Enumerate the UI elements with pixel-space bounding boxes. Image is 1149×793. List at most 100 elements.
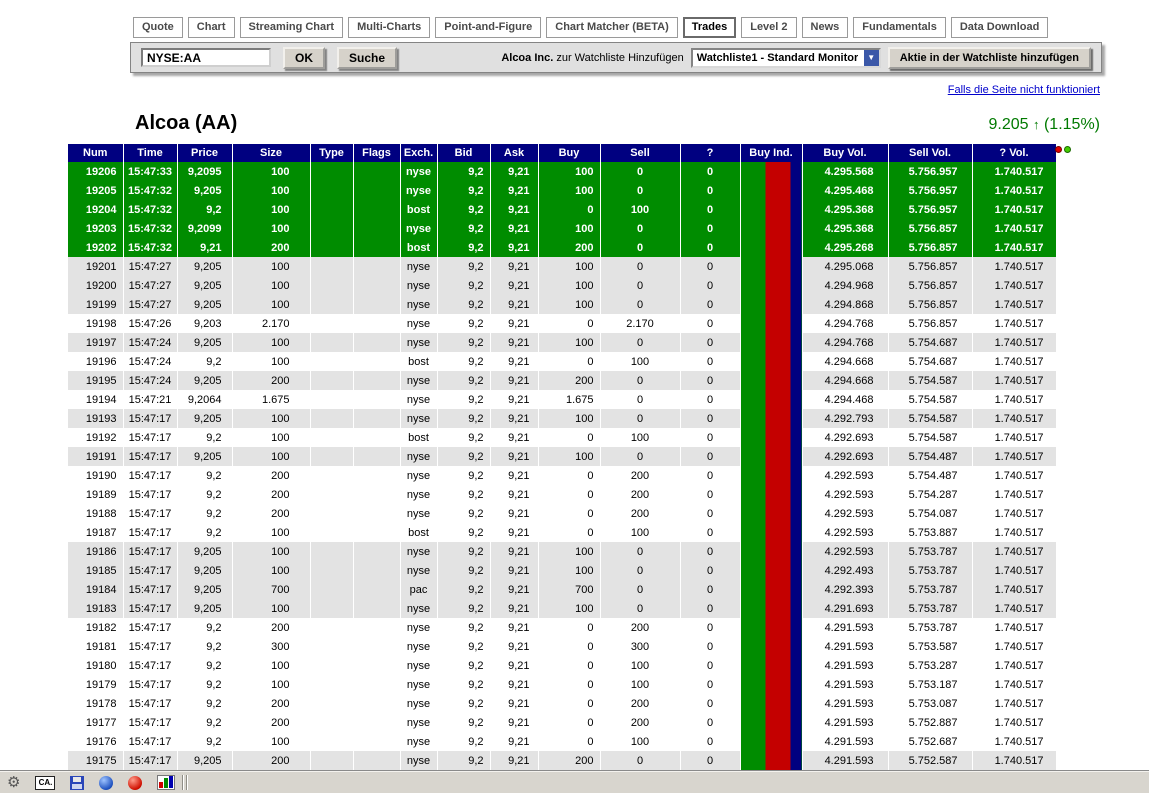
cell-exchange: nyse	[400, 542, 437, 561]
trade-row[interactable]: 19189 15:47:17 9,2 200 nyse 9,2 9,21 0 2…	[68, 485, 1056, 504]
trade-row[interactable]: 19198 15:47:26 9,203 2.170 nyse 9,2 9,21…	[68, 314, 1056, 333]
green-status-dot-icon[interactable]	[1064, 146, 1071, 153]
cell-buy-vol: 4.292.593	[802, 542, 888, 561]
cell-sell: 2.170	[600, 314, 680, 333]
cell-sell-vol: 5.752.587	[888, 751, 972, 770]
cell-size: 200	[232, 238, 310, 257]
trade-row[interactable]: 19188 15:47:17 9,2 200 nyse 9,2 9,21 0 2…	[68, 504, 1056, 523]
cell-buy: 100	[538, 257, 600, 276]
trade-row[interactable]: 19177 15:47:17 9,2 200 nyse 9,2 9,21 0 2…	[68, 713, 1056, 732]
trade-row[interactable]: 19191 15:47:17 9,205 100 nyse 9,2 9,21 1…	[68, 447, 1056, 466]
trade-row[interactable]: 19202 15:47:32 9,21 200 bost 9,2 9,21 20…	[68, 238, 1056, 257]
tab-news[interactable]: News	[802, 17, 849, 38]
tab-fundamentals[interactable]: Fundamentals	[853, 17, 946, 38]
ok-button[interactable]: OK	[283, 47, 325, 69]
symbol-input[interactable]	[141, 48, 271, 67]
tab-chart-matcher-beta[interactable]: Chart Matcher (BETA)	[546, 17, 677, 38]
blue-ball-icon[interactable]	[99, 776, 113, 790]
tab-streaming-chart[interactable]: Streaming Chart	[240, 17, 344, 38]
cell-ask: 9,21	[490, 200, 538, 219]
cell-buy: 100	[538, 295, 600, 314]
trade-row[interactable]: 19197 15:47:24 9,205 100 nyse 9,2 9,21 1…	[68, 333, 1056, 352]
trade-row[interactable]: 19185 15:47:17 9,205 100 nyse 9,2 9,21 1…	[68, 561, 1056, 580]
trade-row[interactable]: 19200 15:47:27 9,205 100 nyse 9,2 9,21 1…	[68, 276, 1056, 295]
trade-row[interactable]: 19205 15:47:32 9,205 100 nyse 9,2 9,21 1…	[68, 181, 1056, 200]
trade-row[interactable]: 19195 15:47:24 9,205 200 nyse 9,2 9,21 2…	[68, 371, 1056, 390]
search-button[interactable]: Suche	[337, 47, 397, 69]
cell-type	[310, 200, 353, 219]
tab-data-download[interactable]: Data Download	[951, 17, 1048, 38]
tab-trades[interactable]: Trades	[683, 17, 736, 38]
ca-plugin-icon[interactable]: CA.	[35, 776, 55, 790]
trade-row[interactable]: 19182 15:47:17 9,2 200 nyse 9,2 9,21 0 2…	[68, 618, 1056, 637]
trade-row[interactable]: 19190 15:47:17 9,2 200 nyse 9,2 9,21 0 2…	[68, 466, 1056, 485]
trade-row[interactable]: 19180 15:47:17 9,2 100 nyse 9,2 9,21 0 1…	[68, 656, 1056, 675]
cell-bid: 9,2	[437, 371, 490, 390]
trade-row[interactable]: 19204 15:47:32 9,2 100 bost 9,2 9,21 0 1…	[68, 200, 1056, 219]
cell-bid: 9,2	[437, 637, 490, 656]
add-to-watchlist-button[interactable]: Aktie in der Watchliste hinzufügen	[888, 47, 1091, 69]
chevron-down-icon[interactable]: ▼	[864, 50, 879, 66]
cell-size: 1.675	[232, 390, 310, 409]
trade-row[interactable]: 19194 15:47:21 9,2064 1.675 nyse 9,2 9,2…	[68, 390, 1056, 409]
cell-ask: 9,21	[490, 371, 538, 390]
save-icon[interactable]	[70, 776, 84, 790]
red-ball-icon[interactable]	[128, 776, 142, 790]
cell-flags	[353, 295, 400, 314]
cell-type	[310, 447, 353, 466]
buy-indicator-bar	[740, 523, 802, 542]
cell-buy-vol: 4.295.468	[802, 181, 888, 200]
trade-row[interactable]: 19178 15:47:17 9,2 200 nyse 9,2 9,21 0 2…	[68, 694, 1056, 713]
red-status-dot-icon[interactable]	[1055, 146, 1062, 153]
trade-row[interactable]: 19196 15:47:24 9,2 100 bost 9,2 9,21 0 1…	[68, 352, 1056, 371]
trade-row[interactable]: 19199 15:47:27 9,205 100 nyse 9,2 9,21 1…	[68, 295, 1056, 314]
tab-multi-charts[interactable]: Multi-Charts	[348, 17, 430, 38]
trade-row[interactable]: 19176 15:47:17 9,2 100 nyse 9,2 9,21 0 1…	[68, 732, 1056, 751]
trade-row[interactable]: 19181 15:47:17 9,2 300 nyse 9,2 9,21 0 3…	[68, 637, 1056, 656]
cell-ask: 9,21	[490, 485, 538, 504]
trade-row[interactable]: 19187 15:47:17 9,2 100 bost 9,2 9,21 0 1…	[68, 523, 1056, 542]
price-change: (1.15%)	[1044, 116, 1100, 133]
cell-question: 0	[680, 409, 740, 428]
trade-row[interactable]: 19179 15:47:17 9,2 100 nyse 9,2 9,21 0 1…	[68, 675, 1056, 694]
trade-row[interactable]: 19203 15:47:32 9,2099 100 nyse 9,2 9,21 …	[68, 219, 1056, 238]
tab-level-2[interactable]: Level 2	[741, 17, 796, 38]
trade-row[interactable]: 19184 15:47:17 9,205 700 pac 9,2 9,21 70…	[68, 580, 1056, 599]
cell-question: 0	[680, 542, 740, 561]
trade-row[interactable]: 19206 15:47:33 9,2095 100 nyse 9,2 9,21 …	[68, 162, 1056, 181]
trade-row[interactable]: 19183 15:47:17 9,205 100 nyse 9,2 9,21 1…	[68, 599, 1056, 618]
cell-buy: 0	[538, 200, 600, 219]
cell-question: 0	[680, 428, 740, 447]
trade-row[interactable]: 19186 15:47:17 9,205 100 nyse 9,2 9,21 1…	[68, 542, 1056, 561]
cell-buy-vol: 4.295.268	[802, 238, 888, 257]
tab-point-and-figure[interactable]: Point-and-Figure	[435, 17, 541, 38]
plugin-gear-icon[interactable]: ⚙	[7, 775, 20, 790]
mini-chart-icon[interactable]	[157, 775, 175, 790]
trade-row[interactable]: 19201 15:47:27 9,205 100 nyse 9,2 9,21 1…	[68, 257, 1056, 276]
cell-question-vol: 1.740.517	[972, 561, 1056, 580]
cell-size: 200	[232, 694, 310, 713]
taskbar-gripper[interactable]	[182, 775, 188, 790]
page-problem-link[interactable]: Falls die Seite nicht funktioniert	[948, 84, 1100, 96]
cell-num: 19175	[68, 751, 123, 770]
cell-size: 2.170	[232, 314, 310, 333]
trade-row[interactable]: 19192 15:47:17 9,2 100 bost 9,2 9,21 0 1…	[68, 428, 1056, 447]
cell-buy: 0	[538, 732, 600, 751]
cell-buy: 100	[538, 219, 600, 238]
tab-quote[interactable]: Quote	[133, 17, 183, 38]
cell-sell: 200	[600, 485, 680, 504]
cell-num: 19192	[68, 428, 123, 447]
cell-num: 19196	[68, 352, 123, 371]
cell-bid: 9,2	[437, 751, 490, 770]
cell-buy-vol: 4.291.693	[802, 599, 888, 618]
cell-size: 200	[232, 485, 310, 504]
cell-buy-vol: 4.292.593	[802, 466, 888, 485]
cell-type	[310, 333, 353, 352]
watchlist-select[interactable]: Watchliste1 - Standard Monitor ▼	[691, 48, 881, 68]
cell-price: 9,2	[177, 428, 232, 447]
trade-row[interactable]: 19175 15:47:17 9,205 200 nyse 9,2 9,21 2…	[68, 751, 1056, 770]
column-header-7: Exch.	[400, 144, 437, 162]
tab-chart[interactable]: Chart	[188, 17, 235, 38]
trade-row[interactable]: 19193 15:47:17 9,205 100 nyse 9,2 9,21 1…	[68, 409, 1056, 428]
cell-buy-vol: 4.291.593	[802, 675, 888, 694]
